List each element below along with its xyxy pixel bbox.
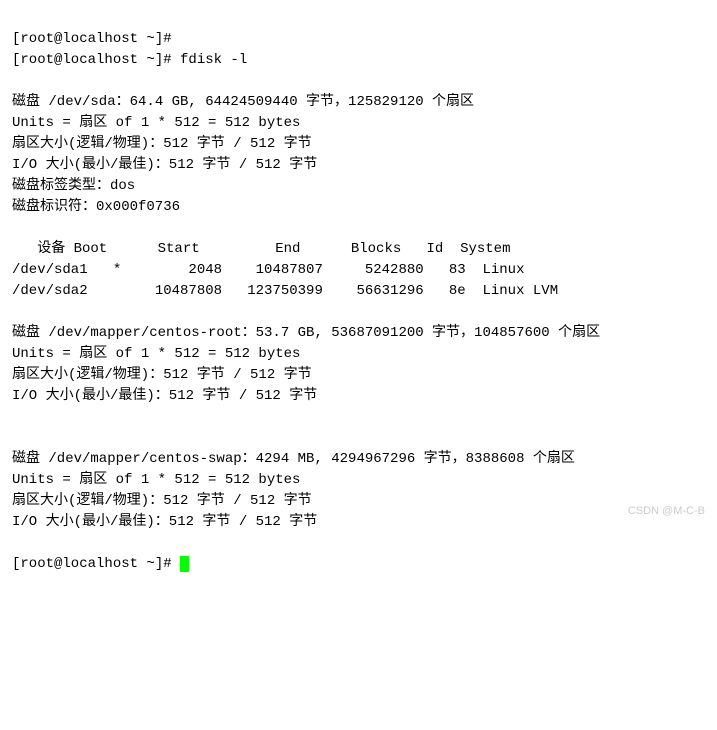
partition-sda2: /dev/sda2 10487808 123750399 56631296 8e… bbox=[12, 283, 558, 299]
disk-sda-label: 磁盘标签类型：dos bbox=[12, 178, 135, 194]
disk-sda-id: 磁盘标识符：0x000f0736 bbox=[12, 199, 180, 215]
disk-swap-header: 磁盘 /dev/mapper/centos-swap：4294 MB, 4294… bbox=[12, 451, 575, 467]
disk-root-units: Units = 扇区 of 1 * 512 = 512 bytes bbox=[12, 346, 300, 362]
disk-root-io: I/O 大小(最小/最佳)：512 字节 / 512 字节 bbox=[12, 388, 317, 404]
disk-sda-sector: 扇区大小(逻辑/物理)：512 字节 / 512 字节 bbox=[12, 136, 312, 152]
disk-swap-sector: 扇区大小(逻辑/物理)：512 字节 / 512 字节 bbox=[12, 493, 312, 509]
disk-sda-header: 磁盘 /dev/sda：64.4 GB, 64424509440 字节，1258… bbox=[12, 94, 474, 110]
cursor-icon bbox=[180, 556, 189, 572]
disk-root-header: 磁盘 /dev/mapper/centos-root：53.7 GB, 5368… bbox=[12, 325, 600, 341]
partition-header: 设备 Boot Start End Blocks Id System bbox=[12, 241, 510, 257]
prompt-line-empty: [root@localhost ~]# bbox=[12, 31, 172, 47]
prompt-line-cmd: [root@localhost ~]# fdisk -l bbox=[12, 52, 247, 68]
disk-swap-units: Units = 扇区 of 1 * 512 = 512 bytes bbox=[12, 472, 300, 488]
disk-sda-units: Units = 扇区 of 1 * 512 = 512 bytes bbox=[12, 115, 300, 131]
prompt-line-current[interactable]: [root@localhost ~]# bbox=[12, 556, 180, 572]
partition-sda1: /dev/sda1 * 2048 10487807 5242880 83 Lin… bbox=[12, 262, 524, 278]
disk-root-sector: 扇区大小(逻辑/物理)：512 字节 / 512 字节 bbox=[12, 367, 312, 383]
watermark: CSDN @M-C-B bbox=[628, 503, 705, 520]
disk-swap-io: I/O 大小(最小/最佳)：512 字节 / 512 字节 bbox=[12, 514, 317, 530]
disk-sda-io: I/O 大小(最小/最佳)：512 字节 / 512 字节 bbox=[12, 157, 317, 173]
